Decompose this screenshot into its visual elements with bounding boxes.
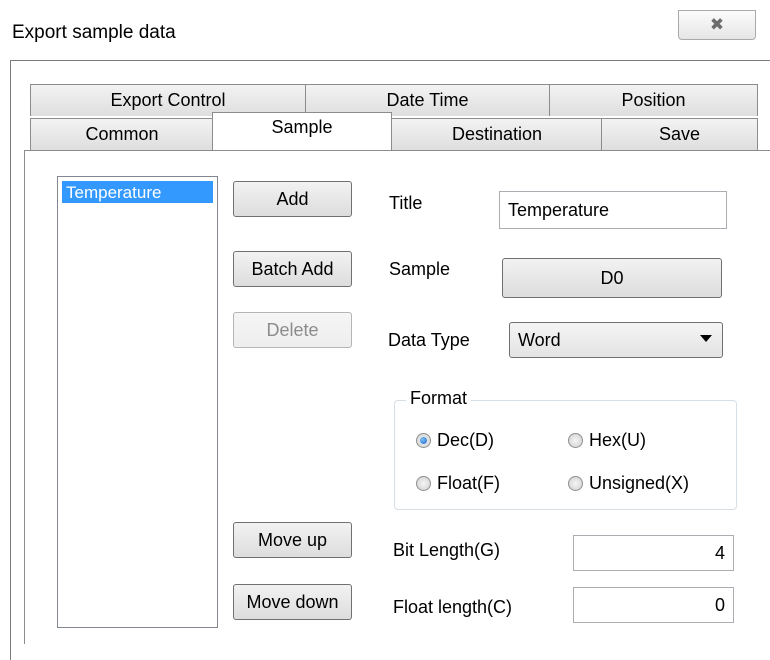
- bit-length-input[interactable]: 4: [573, 535, 734, 571]
- close-icon: ✖: [709, 15, 725, 34]
- tab-save[interactable]: Save: [601, 118, 758, 150]
- data-type-label: Data Type: [388, 330, 470, 350]
- sample-label: Sample: [389, 259, 451, 279]
- tab-sample[interactable]: Sample: [212, 112, 392, 150]
- radio-unsigned-label: Unsigned(X): [589, 473, 690, 493]
- data-type-select[interactable]: Word: [509, 322, 723, 358]
- tab-position[interactable]: Position: [549, 84, 758, 116]
- move-up-button[interactable]: Move up: [233, 522, 352, 558]
- move-down-button[interactable]: Move down: [233, 584, 352, 620]
- radio-dec-label: Dec(D): [437, 430, 494, 450]
- radio-float[interactable]: Float(F): [416, 473, 500, 494]
- list-item[interactable]: Temperature: [62, 181, 213, 203]
- window-title: Export sample data: [12, 22, 176, 43]
- tab-destination[interactable]: Destination: [391, 118, 603, 150]
- delete-button[interactable]: Delete: [233, 312, 352, 348]
- title-label: Title: [389, 193, 423, 213]
- float-length-input[interactable]: 0: [573, 587, 734, 623]
- radio-hex[interactable]: Hex(U): [568, 430, 646, 451]
- float-length-label: Float length(C): [393, 597, 513, 617]
- radio-unselected-icon: [568, 433, 583, 448]
- data-type-value: Word: [518, 329, 561, 350]
- sample-list[interactable]: Temperature: [57, 176, 218, 628]
- radio-hex-label: Hex(U): [589, 430, 646, 450]
- sample-address-button[interactable]: D0: [502, 258, 722, 298]
- radio-unsigned[interactable]: Unsigned(X): [568, 473, 689, 494]
- format-legend: Format: [406, 388, 472, 409]
- close-button[interactable]: ✖: [678, 10, 756, 40]
- add-button[interactable]: Add: [233, 181, 352, 217]
- chevron-down-icon: [700, 335, 712, 342]
- radio-selected-icon: [416, 433, 431, 448]
- title-input[interactable]: Temperature: [499, 191, 727, 229]
- tab-common[interactable]: Common: [30, 118, 214, 150]
- radio-float-label: Float(F): [437, 473, 500, 493]
- radio-unselected-icon: [568, 476, 583, 491]
- radio-dec[interactable]: Dec(D): [416, 430, 494, 451]
- batch-add-button[interactable]: Batch Add: [233, 251, 352, 287]
- bit-length-label: Bit Length(G): [393, 540, 501, 560]
- radio-unselected-icon: [416, 476, 431, 491]
